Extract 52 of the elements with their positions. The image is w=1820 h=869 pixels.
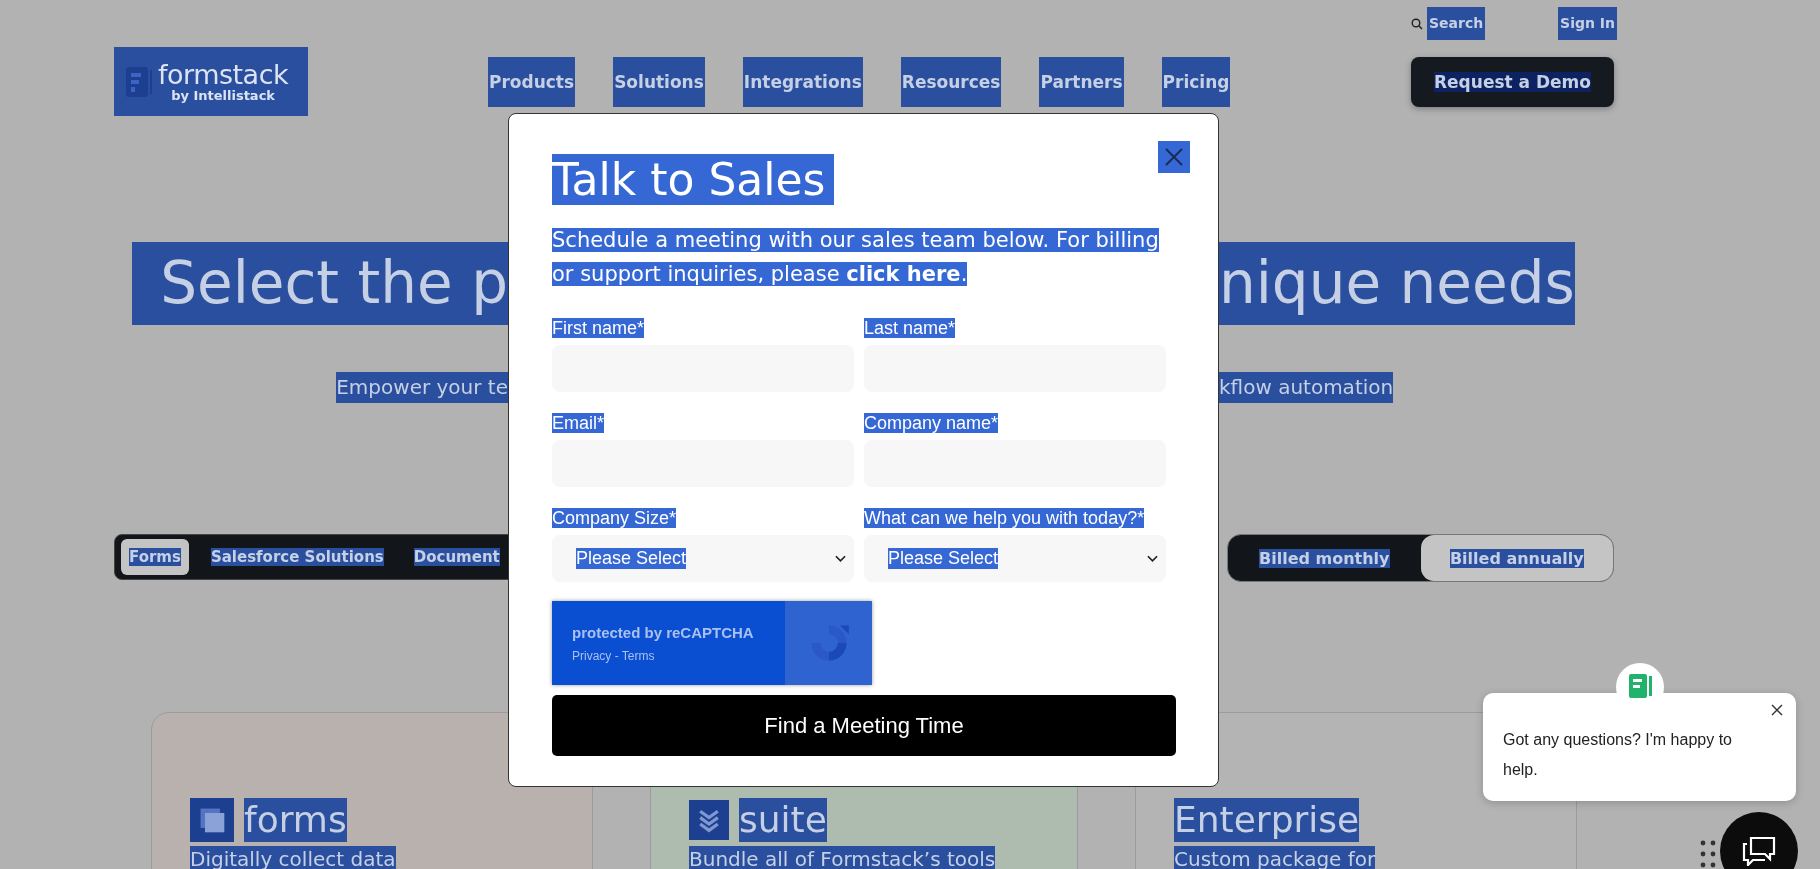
billing-option[interactable]: Billed annually <box>1420 535 1613 581</box>
field-label: First name* <box>552 318 645 338</box>
chevron-down-icon <box>1147 554 1158 563</box>
hero-heading: Select the p <box>132 242 508 325</box>
chat-icon <box>1742 836 1776 866</box>
select-field[interactable]: Please Select <box>864 535 1166 582</box>
recaptcha-links[interactable]: Privacy - Terms <box>572 648 785 663</box>
field-label: Last name* <box>864 318 956 338</box>
nav-link[interactable]: Pricing <box>1161 57 1231 107</box>
logo-icon <box>126 66 152 97</box>
product-tab[interactable]: Salesforce Solutions <box>202 539 392 575</box>
hero-subtitle: kflow automation <box>1219 372 1394 403</box>
plan-name: forms <box>244 798 347 842</box>
utility-link[interactable]: Sign In <box>1558 7 1617 40</box>
logo-tagline: by Intellistack <box>171 87 275 103</box>
product-tab[interactable]: Forms <box>121 539 189 575</box>
select-field[interactable]: Please Select <box>552 535 854 582</box>
hero-heading: nique needs <box>1219 242 1575 325</box>
field-label: Email* <box>552 413 604 433</box>
field-label: Company name* <box>864 413 999 433</box>
close-button[interactable] <box>1158 141 1190 173</box>
drag-handle-icon[interactable] <box>1700 840 1716 869</box>
nav-link[interactable]: Products <box>488 57 576 107</box>
billing-support-link[interactable]: click here <box>846 262 961 286</box>
nav-link[interactable]: Resources <box>900 57 1002 107</box>
stacked-squares-icon <box>190 798 234 842</box>
plan-name: Enterprise <box>1174 798 1360 842</box>
dialog-intro: Schedule a meeting with our sales team below. For billing or support inquiries, please click here. <box>552 227 1160 288</box>
logo[interactable]: formstack by Intellistack <box>114 47 308 116</box>
find-meeting-time-button[interactable]: Find a Meeting Time <box>552 695 1176 756</box>
request-demo-button[interactable]: Request a Demo <box>1411 57 1614 107</box>
chevrons-icon <box>689 800 729 840</box>
billing-option[interactable]: Billed monthly <box>1228 535 1421 581</box>
field-label: Company Size* <box>552 508 677 528</box>
chevron-down-icon <box>835 554 846 563</box>
search-icon[interactable] <box>1411 17 1423 30</box>
logo-name: formstack <box>158 60 289 88</box>
recaptcha-text: protected by reCAPTCHA <box>572 623 755 641</box>
chat-button[interactable] <box>1720 812 1798 869</box>
utility-link[interactable]: Search <box>1427 7 1486 40</box>
dialog-title: Talk to Sales <box>552 154 834 205</box>
nav-link[interactable]: Solutions <box>613 57 705 107</box>
product-tab[interactable]: Document <box>405 539 508 575</box>
nav-link[interactable]: Partners <box>1039 57 1124 107</box>
plan-description: Bundle all of Formstack’s tools <box>689 846 996 869</box>
nav-link[interactable]: Integrations <box>742 57 863 107</box>
plan-name: suite <box>739 798 827 842</box>
field-label: What can we help you with today?* <box>864 508 1145 528</box>
close-icon[interactable] <box>1771 704 1783 716</box>
hero-subtitle: Empower your te <box>336 372 508 403</box>
close-icon <box>1164 147 1184 167</box>
chat-message: Got any questions? I'm happy to help. <box>1503 730 1733 780</box>
